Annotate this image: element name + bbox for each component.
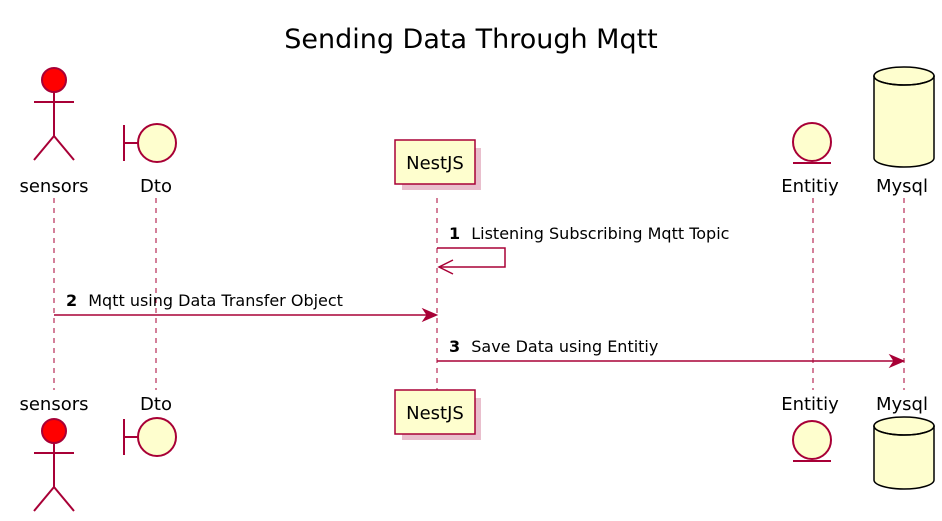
message-3: 3 Save Data using Entitiy <box>437 337 906 369</box>
entity-entitiy-top-icon <box>792 122 832 164</box>
message-2: 2 Mqtt using Data Transfer Object <box>54 291 439 323</box>
message-1-text: Listening Subscribing Mqtt Topic <box>471 224 729 243</box>
actor-sensors-bottom <box>33 418 75 512</box>
svg-text:1 Listening Subscribing: 1 Listening Subscribing Mqtt Topic <box>449 224 729 243</box>
message-2-number: 2 <box>66 291 77 310</box>
participant-label-entitiy-bottom: Entitiy <box>781 394 839 415</box>
svg-text:2 Mqtt using Data Transf: 2 Mqtt using Data Transfer Object <box>66 291 343 310</box>
message-3-number: 3 <box>449 337 460 356</box>
diagram-title: Sending Data Through Mqtt <box>284 24 658 55</box>
participant-label-dto-bottom: Dto <box>140 394 172 415</box>
entity-entitiy-bottom-icon <box>792 420 832 462</box>
svg-text:3 Save Data using Entiti: 3 Save Data using Entitiy <box>449 337 658 356</box>
participant-label-dto-top: Dto <box>140 176 172 197</box>
message-1-number: 1 <box>449 224 460 243</box>
participant-nestjs-bottom: NestJS <box>394 389 481 440</box>
actor-head-icon <box>41 418 67 444</box>
participant-label-nestjs-top: NestJS <box>406 153 464 174</box>
sequence-diagram: Sending Data Through Mqtt sensors Dto Ne… <box>19 24 935 512</box>
message-3-text: Save Data using Entitiy <box>471 337 658 356</box>
participant-label-sensors-top: sensors <box>19 176 88 197</box>
participant-label-entitiy-top: Entitiy <box>781 176 839 197</box>
actor-sensors-top <box>33 67 75 161</box>
boundary-dto-top-icon <box>123 123 177 163</box>
participant-label-nestjs-bottom: NestJS <box>406 403 464 424</box>
database-mysql-top-icon <box>873 66 935 168</box>
message-1: 1 Listening Subscribing Mqtt Topic <box>437 224 729 275</box>
actor-head-icon <box>41 67 67 93</box>
database-mysql-bottom-icon <box>873 416 935 490</box>
participant-label-sensors-bottom: sensors <box>19 394 88 415</box>
boundary-dto-bottom-icon <box>123 417 177 457</box>
participant-label-mysql-top: Mysql <box>876 176 928 197</box>
message-2-text: Mqtt using Data Transfer Object <box>88 291 343 310</box>
participant-label-mysql-bottom: Mysql <box>876 394 928 415</box>
participant-nestjs-top: NestJS <box>394 139 481 190</box>
